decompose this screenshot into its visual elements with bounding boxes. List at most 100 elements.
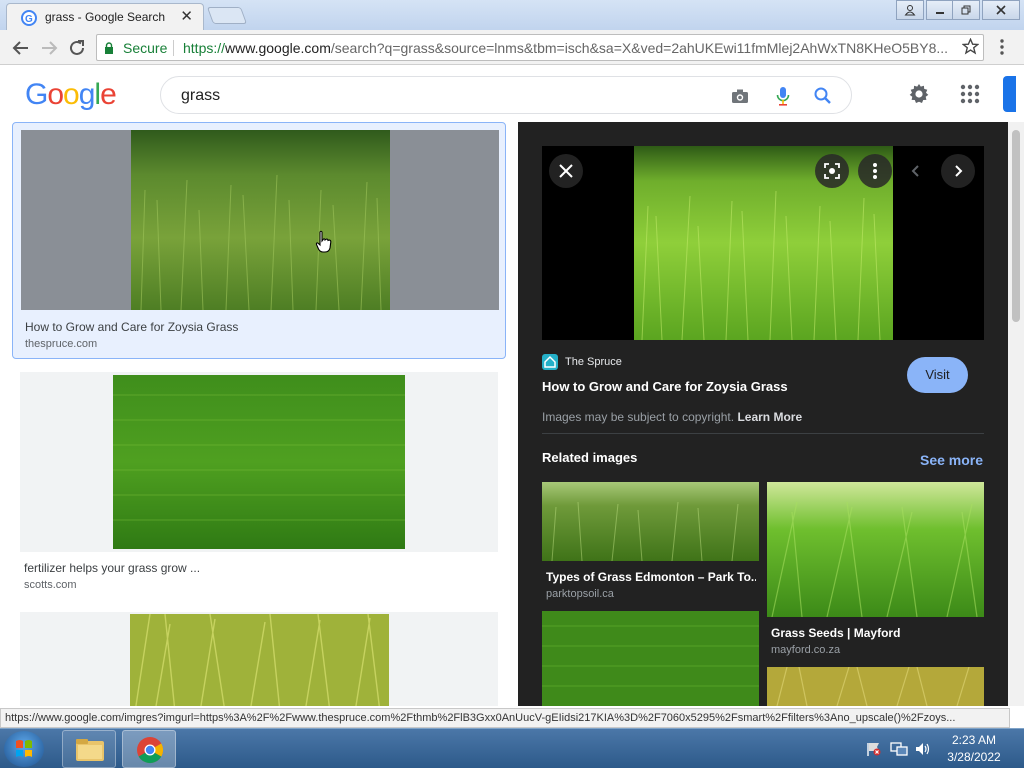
secure-label: Secure xyxy=(123,40,168,56)
windows-logo-icon xyxy=(16,740,32,757)
google-header: Google xyxy=(0,66,1024,122)
browser-toolbar: Secure https://www.google.com/search?q=g… xyxy=(0,30,1024,65)
grass-thumbnail-image[interactable] xyxy=(130,614,389,706)
action-center-flag-icon[interactable] xyxy=(866,741,882,757)
close-window-button[interactable] xyxy=(982,0,1020,20)
chevron-right-icon xyxy=(955,165,963,177)
related-image-card[interactable] xyxy=(542,611,759,706)
logo-letter: g xyxy=(78,78,96,111)
logo-letter: e xyxy=(100,78,117,111)
copyright-notice: Images may be subject to copyright. Lear… xyxy=(542,410,802,424)
related-image-source[interactable]: mayford.co.za xyxy=(771,644,840,656)
related-images-heading: Related images xyxy=(542,450,638,465)
more-options-button[interactable] xyxy=(858,154,892,188)
source-name[interactable]: The Spruce xyxy=(565,356,622,368)
related-image-card[interactable]: Types of Grass Edmonton – Park To... par… xyxy=(542,482,759,604)
image-thumbnail-frame xyxy=(21,130,499,310)
close-preview-button[interactable] xyxy=(549,154,583,188)
url-path: /search?q=grass&source=lnms&tbm=isch&sa=… xyxy=(330,40,949,56)
previous-image-button[interactable] xyxy=(899,154,933,188)
copyright-text: Images may be subject to copyright. xyxy=(542,410,735,424)
search-icon[interactable] xyxy=(812,85,834,107)
address-bar[interactable]: Secure https://www.google.com/search?q=g… xyxy=(96,34,984,61)
scrollbar-thumb[interactable] xyxy=(1012,130,1020,322)
source-favicon-icon xyxy=(542,354,558,370)
svg-text:G: G xyxy=(25,14,33,25)
see-more-link[interactable]: See more xyxy=(920,452,983,468)
divider xyxy=(542,433,984,434)
logo-letter: o xyxy=(63,78,80,111)
browser-titlebar: G grass - Google Search ✕ xyxy=(0,0,1024,30)
user-profile-button[interactable] xyxy=(896,0,924,20)
forward-arrow-icon[interactable] xyxy=(38,37,60,59)
hand-cursor-icon xyxy=(315,230,332,253)
related-grass-image[interactable] xyxy=(542,482,759,561)
page-scrollbar[interactable] xyxy=(1008,122,1024,706)
related-grass-image[interactable] xyxy=(542,611,759,706)
close-icon xyxy=(996,5,1006,15)
start-button[interactable] xyxy=(4,731,44,767)
browser-tab[interactable]: G grass - Google Search ✕ xyxy=(6,3,204,30)
sign-in-button[interactable] xyxy=(1003,76,1016,112)
address-separator xyxy=(173,40,174,56)
related-grass-image[interactable] xyxy=(767,667,984,706)
next-image-button[interactable] xyxy=(941,154,975,188)
related-image-card[interactable] xyxy=(767,667,984,706)
image-thumbnail-frame xyxy=(20,612,498,706)
search-input[interactable] xyxy=(181,85,701,107)
file-explorer-taskbar-button[interactable] xyxy=(62,730,116,768)
result-title[interactable]: fertilizer helps your grass grow ... xyxy=(24,561,200,575)
restore-button[interactable] xyxy=(952,0,980,20)
image-result-card[interactable]: How to Grow and Care for Zoysia Grass th… xyxy=(12,122,506,359)
camera-icon[interactable] xyxy=(729,85,751,107)
google-logo[interactable]: Google xyxy=(25,78,117,112)
related-grass-image[interactable] xyxy=(767,482,984,617)
folder-icon xyxy=(76,739,104,761)
tab-title: grass - Google Search xyxy=(45,10,166,24)
result-source[interactable]: thespruce.com xyxy=(25,338,97,350)
preview-title[interactable]: How to Grow and Care for Zoysia Grass xyxy=(542,379,788,394)
minimize-button[interactable] xyxy=(926,0,954,20)
chrome-taskbar-button[interactable] xyxy=(122,730,176,768)
new-tab-button[interactable] xyxy=(206,7,248,24)
clock-date[interactable]: 3/28/2022 xyxy=(946,750,1002,764)
windows-taskbar: 2:23 AM 3/28/2022 xyxy=(0,728,1024,768)
image-thumbnail-frame xyxy=(20,372,498,552)
apps-grid-icon[interactable] xyxy=(960,84,980,104)
result-title[interactable]: How to Grow and Care for Zoysia Grass xyxy=(25,320,238,334)
reload-icon[interactable] xyxy=(66,37,88,59)
related-image-source[interactable]: parktopsoil.ca xyxy=(546,588,614,600)
url-scheme: https:// xyxy=(183,40,226,56)
browser-menu-icon[interactable] xyxy=(995,38,1009,56)
google-favicon-icon: G xyxy=(21,10,37,26)
grass-thumbnail-image[interactable] xyxy=(131,130,390,310)
visit-button[interactable]: Visit xyxy=(907,357,968,393)
link-status-bubble: https://www.google.com/imgres?imgurl=htt… xyxy=(0,708,1010,728)
url-host: www.google.com xyxy=(225,40,331,56)
result-source[interactable]: scotts.com xyxy=(24,579,77,591)
image-preview-panel: The Spruce How to Grow and Care for Zoys… xyxy=(518,122,1008,706)
learn-more-link[interactable]: Learn More xyxy=(737,410,802,424)
grass-thumbnail-image[interactable] xyxy=(113,375,405,549)
preview-grass-image[interactable] xyxy=(634,146,893,340)
related-image-title[interactable]: Grass Seeds | Mayford xyxy=(771,626,981,640)
restore-icon xyxy=(961,5,971,15)
minimize-icon xyxy=(936,12,944,14)
volume-icon[interactable] xyxy=(914,741,932,757)
microphone-icon[interactable] xyxy=(772,85,794,107)
logo-letter: G xyxy=(25,78,48,111)
gear-icon[interactable] xyxy=(907,82,931,106)
related-image-card[interactable]: Grass Seeds | Mayford mayford.co.za xyxy=(767,482,984,662)
network-icon[interactable] xyxy=(890,741,908,757)
related-image-title[interactable]: Types of Grass Edmonton – Park To... xyxy=(546,570,756,584)
image-result-card[interactable] xyxy=(12,612,506,706)
chrome-icon xyxy=(137,737,164,764)
bookmark-star-icon[interactable] xyxy=(962,38,979,55)
url-text: https://www.google.com/search?q=grass&so… xyxy=(183,40,953,56)
tab-close-icon[interactable]: ✕ xyxy=(180,7,193,25)
search-box xyxy=(160,76,852,114)
clock-time[interactable]: 2:23 AM xyxy=(946,733,1002,747)
back-arrow-icon[interactable] xyxy=(10,37,32,59)
lens-button[interactable] xyxy=(815,154,849,188)
image-result-card[interactable]: fertilizer helps your grass grow ... sco… xyxy=(12,372,506,602)
